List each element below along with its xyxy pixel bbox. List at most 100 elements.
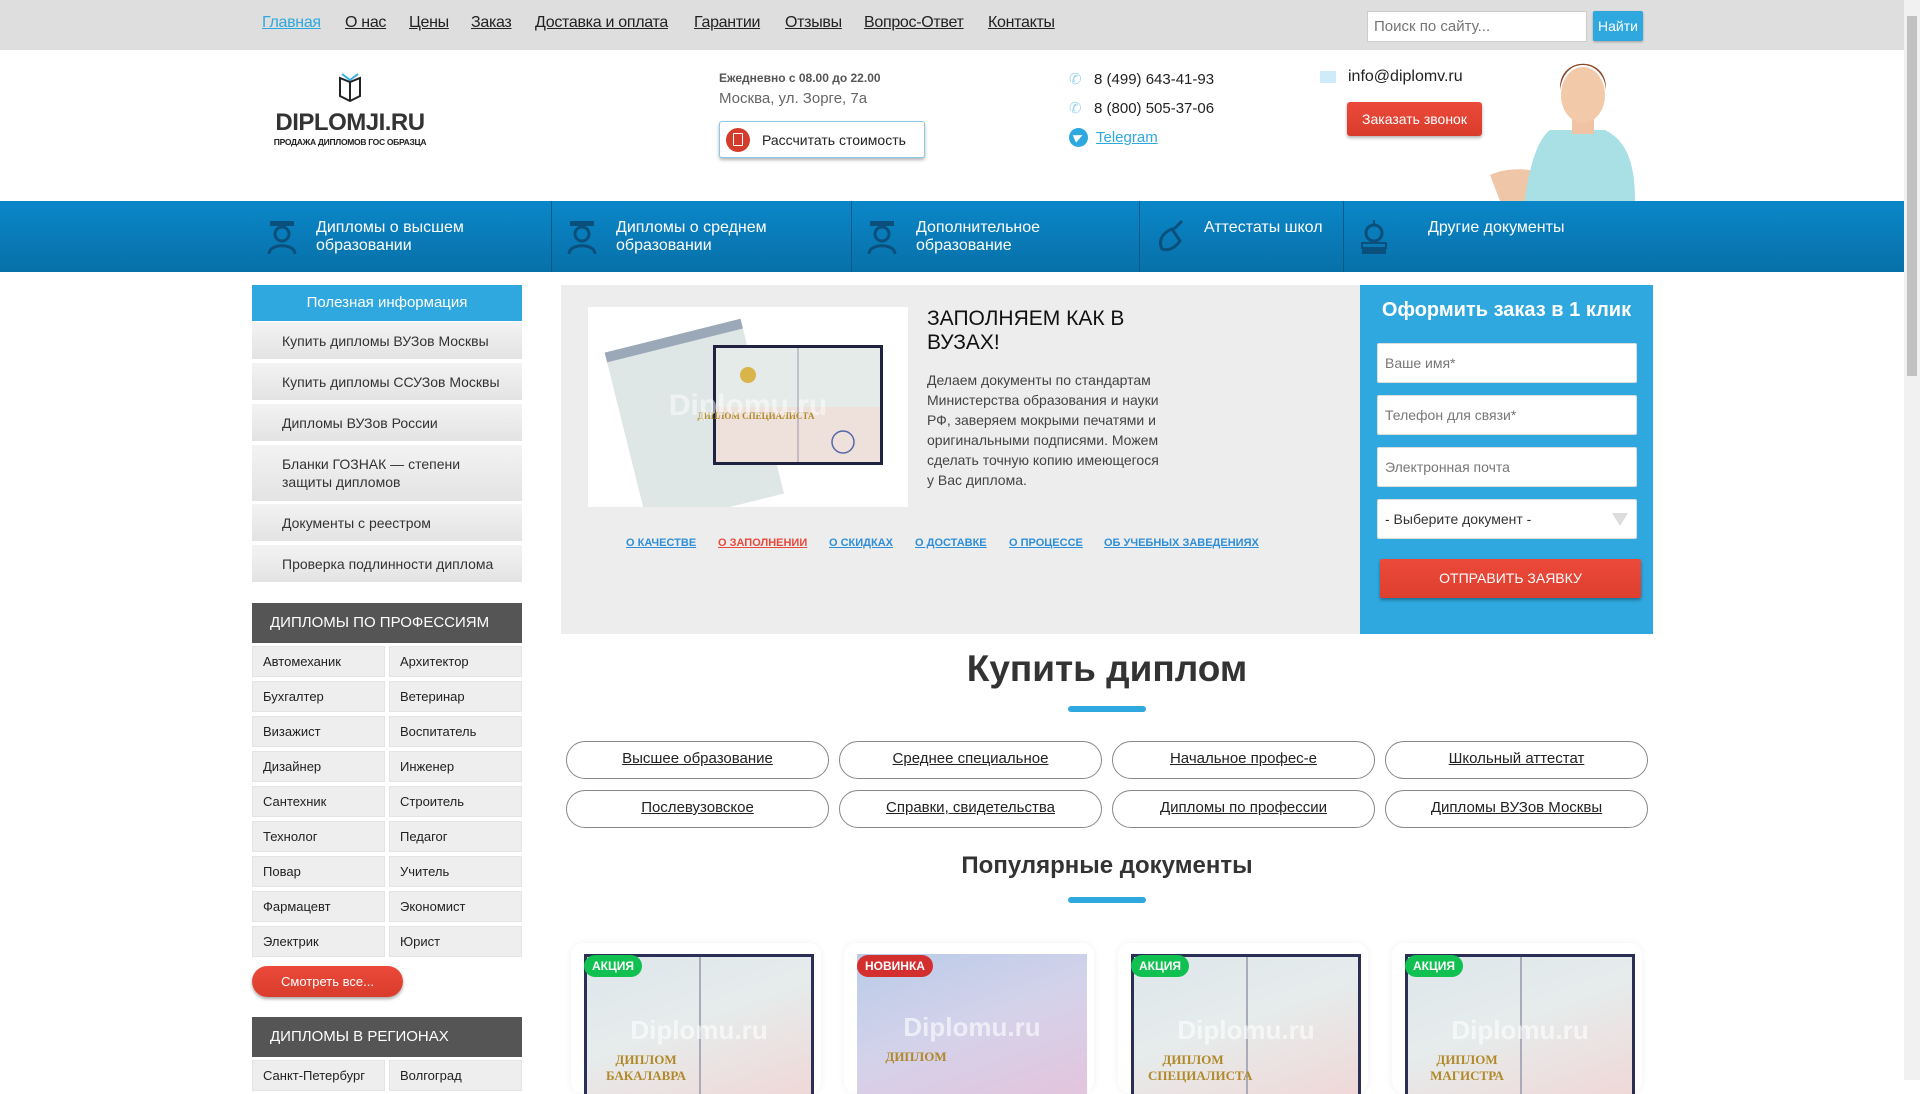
profession-link[interactable]: Визажист bbox=[252, 716, 385, 747]
category-additional-education[interactable]: Дополнительное образование bbox=[852, 201, 1140, 272]
slide-title: ЗАПОЛНЯЕМ КАК В ВУЗАХ! bbox=[927, 307, 1125, 354]
document-select-value: - Выберите документ - bbox=[1385, 511, 1532, 527]
category-link[interactable]: Дипломы по профессии bbox=[1112, 790, 1375, 828]
product-card[interactable]: Diplomu.ru ДИПЛОМ БАКАЛАВРА АКЦИЯ bbox=[571, 943, 821, 1094]
profession-link[interactable]: Бухгалтер bbox=[252, 681, 385, 712]
category-higher-education[interactable]: Дипломы о высшем образовании bbox=[252, 201, 552, 272]
profession-link[interactable]: Автомеханик bbox=[252, 646, 385, 677]
graduate-icon bbox=[567, 221, 597, 255]
profession-link[interactable]: Юрист bbox=[389, 926, 522, 957]
tab-delivery[interactable]: О ДОСТАВКЕ bbox=[915, 537, 987, 549]
phone-icon: ✆ bbox=[1069, 99, 1082, 117]
logo[interactable]: DIPLOMJI.RU ПРОДАЖА ДИПЛОМОВ ГОС ОБРАЗЦА bbox=[265, 70, 435, 147]
email-input[interactable]: Электронная почта bbox=[1377, 447, 1637, 487]
scrollbar-thumb[interactable] bbox=[1907, 16, 1917, 376]
profession-link[interactable]: Технолог bbox=[252, 821, 385, 852]
category-link[interactable]: Послевузовское bbox=[566, 790, 829, 828]
profession-link[interactable]: Электрик bbox=[252, 926, 385, 957]
phone-2[interactable]: ✆ 8 (800) 505-37-06 bbox=[1069, 100, 1214, 117]
phone-input[interactable]: Телефон для связи* bbox=[1377, 395, 1637, 435]
profession-link[interactable]: Сантехник bbox=[252, 786, 385, 817]
professions-grid: Автомеханик Архитектор Бухгалтер Ветерин… bbox=[252, 646, 522, 957]
tab-institutions[interactable]: ОБ УЧЕБНЫХ ЗАВЕДЕНИЯХ bbox=[1104, 537, 1259, 549]
search-input[interactable] bbox=[1367, 11, 1587, 42]
category-label: Другие документы bbox=[1428, 219, 1565, 236]
tab-filling[interactable]: О ЗАПОЛНЕНИИ bbox=[718, 537, 807, 549]
profession-link[interactable]: Дизайнер bbox=[252, 751, 385, 782]
category-school-certificates[interactable]: Аттестаты школ bbox=[1140, 201, 1344, 272]
profession-link[interactable]: Учитель bbox=[389, 856, 522, 887]
calculate-cost-button[interactable]: Рассчитать стоимость bbox=[719, 121, 925, 158]
sidebar-item[interactable]: Дипломы ВУЗов России bbox=[252, 404, 522, 441]
nav-home[interactable]: Главная bbox=[262, 14, 321, 32]
category-link[interactable]: Дипломы ВУЗов Москвы bbox=[1385, 790, 1648, 828]
profession-link[interactable]: Архитектор bbox=[389, 646, 522, 677]
sidebar-item[interactable]: Бланки ГОЗНАК — степени защиты дипломов bbox=[252, 445, 522, 501]
apple-books-icon bbox=[1361, 220, 1387, 254]
useful-info-header: Полезная информация bbox=[252, 285, 522, 321]
category-label: Аттестаты школ bbox=[1204, 219, 1323, 236]
document-select[interactable]: - Выберите документ - bbox=[1377, 499, 1637, 539]
nav-reviews[interactable]: Отзывы bbox=[785, 14, 842, 32]
region-link[interactable]: Санкт-Петербург bbox=[252, 1060, 385, 1091]
promo-badge: АКЦИЯ bbox=[584, 955, 643, 977]
nav-contacts[interactable]: Контакты bbox=[988, 14, 1055, 32]
product-card[interactable]: Diplomu.ru ДИПЛОМ СПЕЦИАЛИСТА АКЦИЯ bbox=[1118, 943, 1368, 1094]
book-icon bbox=[339, 73, 361, 103]
promo-badge: АКЦИЯ bbox=[1405, 955, 1464, 977]
category-secondary-education[interactable]: Дипломы о среднем образовании bbox=[552, 201, 852, 272]
sidebar-item[interactable]: Проверка подлинности диплома bbox=[252, 545, 522, 582]
nav-guarantees[interactable]: Гарантии bbox=[694, 14, 760, 32]
category-link[interactable]: Среднее специальное bbox=[839, 741, 1102, 779]
see-all-button[interactable]: Смотреть все... bbox=[252, 966, 403, 997]
profession-link[interactable]: Фармацевт bbox=[252, 891, 385, 922]
nav-faq[interactable]: Вопрос-Ответ bbox=[864, 14, 964, 32]
submit-request-button[interactable]: ОТПРАВИТЬ ЗАЯВКУ bbox=[1380, 559, 1641, 598]
tab-quality[interactable]: О КАЧЕСТВЕ bbox=[626, 537, 696, 549]
profession-link[interactable]: Ветеринар bbox=[389, 681, 522, 712]
category-link[interactable]: Высшее образование bbox=[566, 741, 829, 779]
title-underline bbox=[1068, 897, 1146, 903]
category-label: Дипломы о среднем образовании bbox=[616, 219, 767, 254]
category-link[interactable]: Школьный аттестат bbox=[1385, 741, 1648, 779]
profession-link[interactable]: Инженер bbox=[389, 751, 522, 782]
category-link[interactable]: Справки, свидетельства bbox=[839, 790, 1102, 828]
popular-title: Популярные документы bbox=[961, 852, 1253, 879]
category-label: Дополнительное образование bbox=[916, 219, 1041, 254]
phone-1[interactable]: ✆ 8 (499) 643-41-93 bbox=[1069, 71, 1214, 88]
sidebar-item[interactable]: Купить дипломы ССУЗов Москвы bbox=[252, 363, 522, 400]
regions-header: ДИПЛОМЫ В РЕГИОНАХ bbox=[252, 1017, 522, 1057]
product-card[interactable]: Diplomu.ru ДИПЛОМ МАГИСТРА АКЦИЯ bbox=[1392, 943, 1642, 1094]
logo-subtitle: ПРОДАЖА ДИПЛОМОВ ГОС ОБРАЗЦА bbox=[273, 137, 427, 147]
phone-icon: ✆ bbox=[1069, 70, 1082, 88]
product-card[interactable]: Diplomu.ru ДИПЛОМ НОВИНКА bbox=[844, 943, 1094, 1094]
nav-delivery[interactable]: Доставка и оплата bbox=[535, 14, 668, 32]
nav-about[interactable]: О нас bbox=[345, 14, 386, 32]
sidebar-item[interactable]: Документы с реестром bbox=[252, 504, 522, 541]
profession-link[interactable]: Повар bbox=[252, 856, 385, 887]
mail-icon bbox=[1320, 71, 1336, 83]
chevron-down-icon bbox=[1612, 513, 1628, 526]
diploma-image: ДИПЛОМ СПЕЦИАЛИСТА Diplomu.ru bbox=[588, 307, 908, 507]
nav-prices[interactable]: Цены bbox=[409, 14, 449, 32]
professions-header: ДИПЛОМЫ ПО ПРОФЕССИЯМ bbox=[252, 603, 522, 643]
telegram-contact: Telegram bbox=[1069, 128, 1158, 147]
profession-link[interactable]: Воспитатель bbox=[389, 716, 522, 747]
profession-link[interactable]: Экономист bbox=[389, 891, 522, 922]
title-underline bbox=[1068, 706, 1146, 712]
nav-order[interactable]: Заказ bbox=[471, 14, 512, 32]
telegram-icon bbox=[1069, 128, 1088, 147]
name-input[interactable]: Ваше имя* bbox=[1377, 343, 1637, 383]
phone-1-text: 8 (499) 643-41-93 bbox=[1094, 71, 1215, 88]
sidebar-item[interactable]: Купить дипломы ВУЗов Москвы bbox=[252, 322, 522, 359]
category-other-documents[interactable]: Другие документы bbox=[1344, 201, 1568, 272]
tab-process[interactable]: О ПРОЦЕССЕ bbox=[1009, 537, 1083, 549]
search-button[interactable]: Найти bbox=[1593, 11, 1643, 41]
region-link[interactable]: Волгоград bbox=[389, 1060, 522, 1091]
profession-link[interactable]: Педагог bbox=[389, 821, 522, 852]
profession-link[interactable]: Строитель bbox=[389, 786, 522, 817]
telegram-link[interactable]: Telegram bbox=[1096, 129, 1158, 146]
new-badge: НОВИНКА bbox=[857, 955, 933, 977]
tab-discounts[interactable]: О СКИДКАХ bbox=[829, 537, 893, 549]
category-link[interactable]: Начальное профес-е bbox=[1112, 741, 1375, 779]
